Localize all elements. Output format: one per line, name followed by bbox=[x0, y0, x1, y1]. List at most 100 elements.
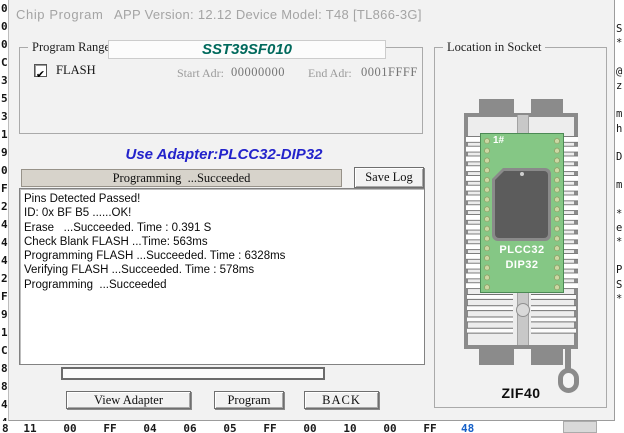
log-line: Programming ...Succeeded bbox=[24, 278, 424, 292]
ascii-char-fragment bbox=[616, 51, 624, 65]
end-adr-label: End Adr: bbox=[308, 66, 352, 81]
dip-pins-left bbox=[466, 136, 480, 292]
ascii-char-fragment: S bbox=[616, 278, 624, 292]
hex-digit-fragment: 4 bbox=[0, 396, 8, 414]
socket-bottom-left-tab bbox=[479, 347, 514, 365]
ascii-char-fragment: * bbox=[616, 207, 624, 221]
hex-digit-fragment: 9 bbox=[0, 306, 8, 324]
ascii-char-fragment bbox=[616, 8, 624, 22]
ascii-char-fragment: @ bbox=[616, 65, 624, 79]
ascii-char-fragment bbox=[616, 164, 624, 178]
hex-byte-fragment: 04 bbox=[130, 422, 170, 433]
flash-checkbox[interactable]: ✔ bbox=[34, 64, 47, 77]
app-version-info: APP Version: 12.12 Device Model: T48 [TL… bbox=[114, 7, 422, 22]
back-button[interactable]: BACK bbox=[304, 391, 379, 409]
hex-byte-fragment: 00 bbox=[290, 422, 330, 433]
ascii-char-fragment: * bbox=[616, 235, 624, 249]
plcc-chip-body bbox=[495, 171, 548, 238]
log-line: Erase ...Succeeded. Time : 0.391 S bbox=[24, 221, 424, 235]
adapter-name-line2: DIP32 bbox=[480, 259, 564, 271]
hex-digit-fragment: 0 bbox=[0, 36, 8, 54]
socket-bottom-right-tab bbox=[531, 347, 563, 365]
hex-byte-fragment: 06 bbox=[170, 422, 210, 433]
program-range-group-label: Program Range bbox=[28, 40, 114, 55]
hex-digit-fragment: 4 bbox=[0, 216, 8, 234]
adapter-name-line1: PLCC32 bbox=[480, 244, 564, 256]
socket-slots-right bbox=[531, 294, 576, 339]
dialog-title: Chip Program bbox=[16, 7, 103, 22]
write-progress-bar bbox=[61, 367, 325, 380]
hex-editor-left-column: 000C353190F24442F91C8844 bbox=[0, 0, 8, 421]
hex-digit-fragment: 4 bbox=[0, 252, 8, 270]
start-adr-label: Start Adr: bbox=[177, 66, 224, 81]
location-in-socket-label: Location in Socket bbox=[443, 40, 545, 55]
screen: 000C353190F24442F91C8844 S*@zmhDm*e*PS* … bbox=[0, 0, 624, 433]
checkmark-icon: ✔ bbox=[36, 68, 45, 81]
hex-editor-bottom-row: 8 1100FF040605FF001000FF 48 bbox=[0, 421, 624, 433]
hex-digit-fragment: 1 bbox=[0, 126, 8, 144]
chip-pin1-dot-icon bbox=[520, 172, 524, 176]
hex-digit-fragment: 1 bbox=[0, 324, 8, 342]
program-range-group: Program Range bbox=[19, 47, 423, 134]
ascii-fragment: 48 bbox=[461, 422, 474, 433]
ascii-char-fragment: * bbox=[616, 36, 624, 50]
address-fragment: 8 bbox=[2, 422, 9, 433]
pin1-marking: 1# bbox=[493, 135, 504, 146]
chip-name-panel: SST39SF010 bbox=[108, 40, 386, 59]
hex-digit-fragment: 0 bbox=[0, 162, 8, 180]
hex-digit-fragment: 2 bbox=[0, 270, 8, 288]
ascii-char-fragment: D bbox=[616, 150, 624, 164]
ascii-char-fragment: * bbox=[616, 292, 624, 306]
hex-digit-fragment: 0 bbox=[0, 18, 8, 36]
socket-slots-left bbox=[467, 294, 513, 339]
ascii-char-fragment: m bbox=[616, 178, 624, 192]
log-line: ID: 0x BF B5 ......OK! bbox=[24, 206, 424, 220]
ascii-char-fragment: P bbox=[616, 263, 624, 277]
ascii-char-fragment: m bbox=[616, 107, 624, 121]
hex-digit-fragment: 2 bbox=[0, 198, 8, 216]
end-adr-value: 0001FFFF bbox=[361, 65, 418, 80]
hex-digit-fragment: 4 bbox=[0, 234, 8, 252]
log-line: Programming FLASH ...Succeeded. Time : 6… bbox=[24, 249, 424, 263]
log-line: Verifying FLASH ...Succeeded. Time : 578… bbox=[24, 263, 424, 277]
hex-digit-fragment: 8 bbox=[0, 378, 8, 396]
log-line: Pins Detected Passed! bbox=[24, 192, 424, 206]
ascii-char-fragment: z bbox=[616, 79, 624, 93]
adapter-notice: Use Adapter:PLCC32-DIP32 bbox=[9, 146, 439, 163]
hex-byte-fragment: 05 bbox=[210, 422, 250, 433]
hex-digit-fragment: 8 bbox=[0, 360, 8, 378]
hex-byte-fragment: FF bbox=[410, 422, 450, 433]
ascii-char-fragment: h bbox=[616, 122, 624, 136]
program-button[interactable]: Program bbox=[214, 391, 284, 409]
chip-program-dialog: Chip Program APP Version: 12.12 Device M… bbox=[8, 0, 615, 421]
ascii-char-fragment bbox=[616, 249, 624, 263]
dip-pins-right bbox=[564, 136, 578, 292]
flash-checkbox-label[interactable]: FLASH bbox=[56, 63, 96, 78]
status-progress-bar: Programming ...Succeeded bbox=[21, 169, 342, 187]
location-in-socket-group: Location in Socket 1# PLCC32 DIP32 bbox=[434, 47, 607, 408]
ascii-char-fragment bbox=[616, 93, 624, 107]
hex-digit-fragment: C bbox=[0, 54, 8, 72]
hex-digit-fragment: 3 bbox=[0, 108, 8, 126]
hex-digit-fragment: 4 bbox=[0, 414, 8, 421]
hex-byte-fragment: FF bbox=[90, 422, 130, 433]
ascii-char-fragment bbox=[616, 136, 624, 150]
hex-byte-fragment: 10 bbox=[330, 422, 370, 433]
start-adr-value: 00000000 bbox=[231, 65, 285, 80]
hex-byte-fragment: FF bbox=[250, 422, 290, 433]
log-line: Check Blank FLASH ...Time: 563ms bbox=[24, 235, 424, 249]
socket-nut-icon bbox=[516, 303, 530, 317]
view-adapter-button[interactable]: View Adapter bbox=[66, 391, 191, 409]
hex-digit-fragment: 9 bbox=[0, 144, 8, 162]
hex-byte-fragment: 00 bbox=[50, 422, 90, 433]
hex-digit-fragment: C bbox=[0, 342, 8, 360]
save-log-button[interactable]: Save Log bbox=[354, 167, 424, 188]
hex-digit-fragment: 3 bbox=[0, 72, 8, 90]
hex-digit-fragment: 5 bbox=[0, 90, 8, 108]
plcc-chip bbox=[492, 168, 551, 241]
log-output-area[interactable]: Pins Detected Passed!ID: 0x BF B5 ......… bbox=[19, 188, 425, 365]
ascii-char-fragment bbox=[616, 192, 624, 206]
hex-editor-ascii-column: S*@zmhDm*e*PS* bbox=[616, 0, 624, 421]
hex-digit-fragment: F bbox=[0, 288, 8, 306]
hex-byte-fragment: 11 bbox=[10, 422, 50, 433]
